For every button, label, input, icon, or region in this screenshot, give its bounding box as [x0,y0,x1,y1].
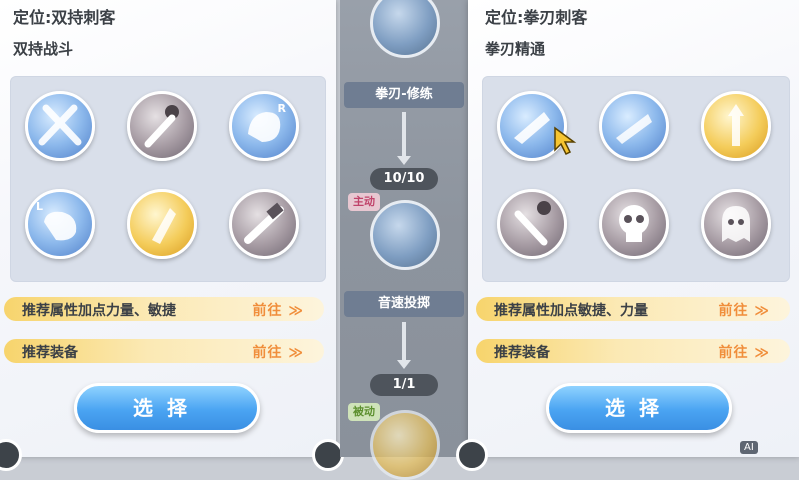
recommend-attributes-label: 推荐属性加点敏捷、力量 [494,303,648,319]
fist-l-icon[interactable]: L [25,189,95,259]
role-label: 定位:双持刺客 [13,8,116,27]
goto-button[interactable]: 前往 ≫ [252,300,304,320]
corner-decoration [0,439,22,471]
crossed-swords-icon[interactable] [25,91,95,161]
gray-blade-icon[interactable] [229,189,299,259]
tree-connector [402,322,406,364]
skill-node-icon[interactable] [370,200,440,270]
recommend-attributes-label: 推荐属性加点力量、敏捷 [22,303,176,319]
skill-level-counter: 10/10 [370,168,438,190]
skill-tree-column: 拳刃-修练 10/10 主动 音速投掷 1/1 被动 [340,0,468,480]
fist-r-icon[interactable]: R [229,91,299,161]
passive-tag: 被动 [348,403,380,421]
skill-icon-panel: R L [10,76,326,282]
tree-arrow-icon [397,156,411,165]
skill-title: 拳刃精通 [485,40,546,58]
recommend-gear-label: 推荐装备 [494,345,550,361]
ai-badge: AI [740,441,758,454]
goto-button[interactable]: 前往 ≫ [718,342,770,362]
gold-fist-icon[interactable] [127,189,197,259]
corner-letter-r: R [277,102,286,115]
skull-icon[interactable] [599,189,669,259]
recommend-attributes-row[interactable]: 推荐属性加点力量、敏捷 前往 ≫ [4,297,324,321]
ghost-icon[interactable] [701,189,771,259]
recommend-gear-label: 推荐装备 [22,345,78,361]
recommend-attributes-row[interactable]: 推荐属性加点敏捷、力量 前往 ≫ [476,297,790,321]
fist-blade-alt-icon[interactable] [599,91,669,161]
active-tag: 主动 [348,193,380,211]
tree-arrow-icon [397,360,411,369]
skull-sword-icon[interactable] [127,91,197,161]
recommend-gear-row[interactable]: 推荐装备 前往 ≫ [4,339,324,363]
class-card-dual-wield: 定位:双持刺客 双持战斗 R L 推荐属性加点力量、敏捷 前往 ≫ 推荐装备 前… [0,0,344,471]
goto-button[interactable]: 前往 ≫ [718,300,770,320]
cursor-icon [554,126,577,156]
skill-icon-panel [482,76,790,282]
select-button[interactable]: 选择 [546,383,732,433]
tree-connector [402,112,406,160]
skill-node-icon[interactable] [370,0,440,58]
role-label: 定位:拳刃刺客 [485,8,588,27]
select-button[interactable]: 选择 [74,383,260,433]
gold-blade-up-icon[interactable] [701,91,771,161]
skill-node-icon[interactable] [370,410,440,480]
corner-decoration [456,439,488,471]
corner-letter-l: L [36,200,44,213]
goto-button[interactable]: 前往 ≫ [252,342,304,362]
skill-node-label: 音速投掷 [344,291,464,317]
skill-node-label: 拳刃-修练 [344,82,464,108]
class-card-fist-blade: 定位:拳刃刺客 拳刃精通 推荐属性加点敏捷、力量 前往 ≫ 推荐装备 前往 ≫ … [456,0,799,471]
skill-title: 双持战斗 [13,40,74,58]
skull-blade-icon[interactable] [497,189,567,259]
skill-level-counter: 1/1 [370,374,438,396]
recommend-gear-row[interactable]: 推荐装备 前往 ≫ [476,339,790,363]
